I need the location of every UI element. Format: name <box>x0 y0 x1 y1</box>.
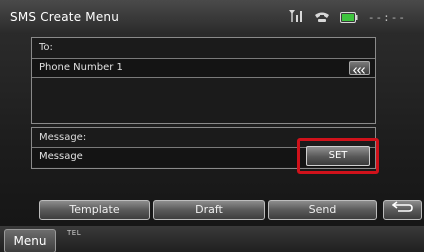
message-label: Message: <box>39 132 87 143</box>
return-arrow-icon <box>391 201 414 219</box>
battery-icon <box>339 8 358 27</box>
contacts-button[interactable] <box>349 61 370 75</box>
to-label: To: <box>39 42 53 53</box>
message-value: Message <box>39 151 83 162</box>
phone-connected-icon <box>314 8 330 27</box>
triple-chevron-left-icon <box>352 59 366 78</box>
to-panel: To: Phone Number 1 <box>31 37 376 124</box>
signal-bars-icon <box>288 8 304 27</box>
draft-button[interactable]: Draft <box>153 200 265 220</box>
source-label: TEL <box>67 229 82 237</box>
clock: --:-- <box>367 10 406 24</box>
sms-create-menu-screen: SMS Create Menu --:-- To: Phone Number 1… <box>0 0 424 252</box>
to-field[interactable]: Phone Number 1 <box>32 58 375 78</box>
back-button[interactable] <box>383 200 422 220</box>
template-button[interactable]: Template <box>39 200 150 220</box>
bottom-bar: Menu TEL <box>0 226 424 252</box>
status-area: --:-- <box>288 9 406 25</box>
title-bar: SMS Create Menu --:-- <box>0 0 424 34</box>
page-title: SMS Create Menu <box>10 10 120 24</box>
menu-button[interactable]: Menu <box>4 229 56 252</box>
to-value: Phone Number 1 <box>39 62 123 73</box>
send-button[interactable]: Send <box>268 200 377 220</box>
set-button[interactable]: SET <box>306 146 370 166</box>
